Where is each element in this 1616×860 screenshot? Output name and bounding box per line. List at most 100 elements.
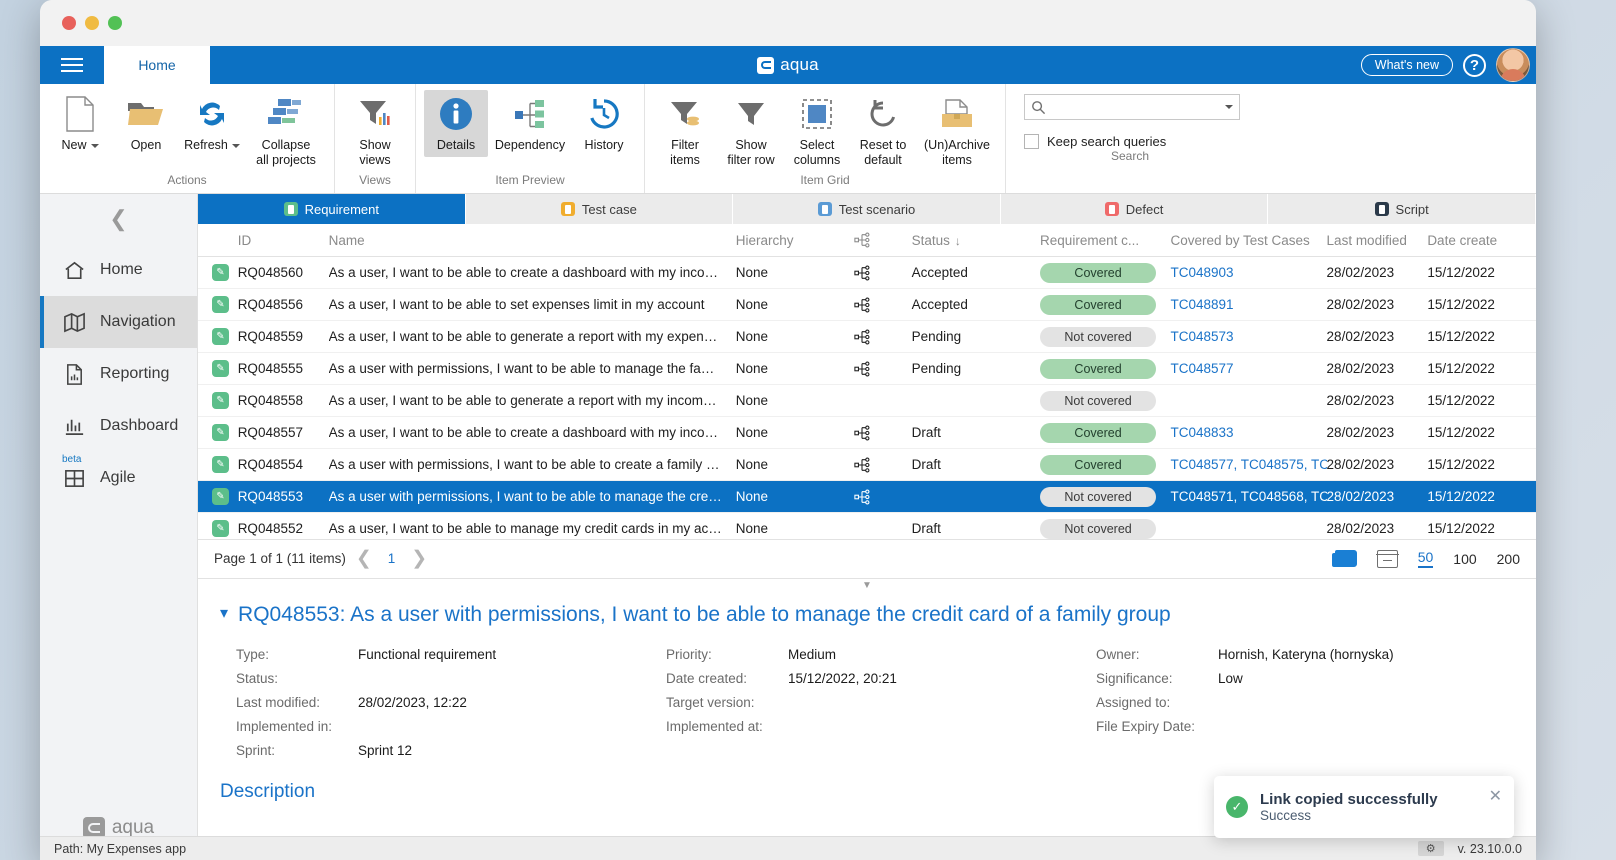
tab-requirement[interactable]: Requirement — [198, 194, 466, 224]
row-name: As a user, I want to be able to create a… — [328, 425, 736, 440]
collapse-all-projects-button[interactable]: Collapse all projects — [246, 90, 326, 172]
table-row[interactable]: ✎ RQ048554 As a user with permissions, I w… — [198, 449, 1536, 481]
table-row[interactable]: ✎ RQ048560 As a user, I want to be able to… — [198, 257, 1536, 289]
row-dependency-tree-icon[interactable] — [854, 329, 911, 345]
close-icon[interactable]: ✕ — [1489, 776, 1502, 806]
grid-header-hierarchy[interactable]: Hierarchy — [736, 233, 855, 248]
reset-to-default-button[interactable]: Reset to default — [851, 90, 915, 172]
grid-header-status[interactable]: Status ↓ — [912, 233, 1040, 248]
show-filter-row-label-line2: filter row — [727, 152, 775, 167]
aqua-logo-icon — [757, 56, 775, 74]
window-close-button[interactable] — [62, 16, 76, 30]
window-minimize-button[interactable] — [85, 16, 99, 30]
table-row[interactable]: ✎ RQ048557 As a user, I want to be able to… — [198, 417, 1536, 449]
sidebar-item-reporting[interactable]: Reporting — [40, 348, 197, 400]
row-date-created: 15/12/2022 — [1427, 457, 1495, 472]
table-row[interactable]: ✎ RQ048556 As a user, I want to be able to… — [198, 289, 1536, 321]
archive-icon[interactable] — [1375, 549, 1399, 568]
grid-header-id[interactable]: ID — [238, 233, 329, 248]
grid-header-last-modified[interactable]: Last modified — [1327, 233, 1428, 248]
row-dependency-tree-icon[interactable] — [854, 265, 911, 281]
refresh-button[interactable]: Refresh — [180, 90, 244, 157]
page-size-200[interactable]: 200 — [1497, 551, 1520, 567]
search-box[interactable] — [1024, 94, 1240, 120]
open-button[interactable]: Open — [114, 90, 178, 157]
tab-script[interactable]: Script — [1268, 194, 1536, 224]
keep-search-queries-row[interactable]: Keep search queries — [1024, 134, 1240, 149]
detail-field-row: Assigned to: — [1096, 691, 1496, 715]
row-covered-by[interactable]: TC048571, TC048568, TC0 — [1170, 489, 1326, 504]
sidebar-item-agile[interactable]: beta Agile — [40, 452, 197, 504]
dependency-button-label: Dependency — [494, 138, 566, 152]
row-covered-by[interactable]: TC048903 — [1170, 265, 1326, 280]
grid-header-tree[interactable] — [854, 232, 911, 248]
dependency-button[interactable]: Dependency — [490, 90, 570, 157]
details-button[interactable]: Details — [424, 90, 488, 157]
grid-header-requirement-coverage[interactable]: Requirement c... — [1040, 233, 1170, 248]
help-icon[interactable]: ? — [1463, 53, 1486, 77]
row-dependency-tree-icon[interactable] — [854, 297, 911, 313]
table-row[interactable]: ✎ RQ048559 As a user, I want to be able to… — [198, 321, 1536, 353]
new-button[interactable]: New — [48, 90, 112, 157]
row-dependency-tree-icon[interactable] — [854, 457, 911, 473]
row-date-created: 15/12/2022 — [1427, 329, 1495, 344]
page-size-50[interactable]: 50 — [1417, 549, 1434, 568]
page-size-100[interactable]: 100 — [1453, 551, 1476, 567]
tab-test-case[interactable]: Test case — [465, 194, 734, 224]
select-columns-label-line1: Select — [799, 138, 835, 152]
grid-header-name[interactable]: Name — [329, 233, 736, 248]
chevron-down-icon[interactable] — [90, 143, 99, 148]
table-row[interactable]: ✎ RQ048553 As a user with permissions, I w… — [198, 481, 1536, 513]
select-columns-button[interactable]: Select columns — [785, 90, 849, 172]
row-dependency-tree-icon[interactable] — [854, 425, 911, 441]
search-input[interactable] — [1046, 100, 1221, 114]
detail-pane-resize-handle[interactable]: ▼ — [198, 579, 1536, 593]
tab-home[interactable]: Home — [104, 46, 210, 84]
table-row[interactable]: ✎ RQ048552 As a user, I want to be able to… — [198, 513, 1536, 539]
chevron-down-icon[interactable]: ▾ — [220, 603, 228, 625]
pagination-page-1[interactable]: 1 — [382, 551, 402, 566]
folders-icon[interactable] — [1331, 550, 1357, 567]
table-row[interactable]: ✎ RQ048555 As a user with permissions, I w… — [198, 353, 1536, 385]
user-avatar[interactable] — [1496, 48, 1530, 82]
chevron-down-icon[interactable] — [231, 143, 240, 148]
row-last-modified: 28/02/2023 — [1326, 425, 1395, 440]
row-covered-by[interactable]: TC048577 — [1170, 361, 1326, 376]
history-button[interactable]: History — [572, 90, 636, 157]
row-type-icon-cell: ✎ — [198, 360, 238, 377]
grid-header-date-created[interactable]: Date create — [1427, 233, 1536, 248]
gear-icon[interactable]: ⚙ — [1417, 841, 1444, 856]
hamburger-icon[interactable] — [40, 46, 104, 84]
chevron-down-icon[interactable] — [1225, 105, 1233, 109]
map-icon — [62, 310, 86, 334]
sidebar-collapse-button[interactable]: ❮ — [40, 194, 197, 244]
tab-test-scenario[interactable]: Test scenario — [733, 194, 1001, 224]
row-type-icon-cell: ✎ — [198, 488, 238, 505]
show-filter-row-button[interactable]: Show filter row — [719, 90, 783, 172]
row-last-modified: 28/02/2023 — [1326, 297, 1395, 312]
show-views-button[interactable]: Show views — [343, 90, 407, 172]
row-covered-by[interactable]: TC048577, TC048575, TC0 — [1170, 457, 1326, 472]
table-row[interactable]: ✎ RQ048558 As a user, I want to be able to… — [198, 385, 1536, 417]
pagination-prev-button[interactable]: ❮ — [346, 547, 382, 570]
keep-search-queries-checkbox[interactable] — [1024, 134, 1039, 149]
tab-defect[interactable]: Defect — [1000, 194, 1269, 224]
row-dependency-tree-icon[interactable] — [854, 361, 911, 377]
unarchive-items-button[interactable]: (Un)Archive items — [917, 90, 997, 172]
sidebar-item-dashboard[interactable]: Dashboard — [40, 400, 197, 452]
row-covered-by[interactable]: TC048573 — [1170, 329, 1326, 344]
filter-items-button[interactable]: Filter items — [653, 90, 717, 172]
sidebar-item-home[interactable]: Home — [40, 244, 197, 296]
tab-test-case-label: Test case — [581, 201, 637, 217]
sidebar-item-navigation-label: Navigation — [100, 313, 176, 330]
grid-header-covered-by[interactable]: Covered by Test Cases — [1170, 233, 1326, 248]
row-hierarchy: None — [735, 329, 769, 344]
window-maximize-button[interactable] — [108, 16, 122, 30]
sidebar-item-navigation[interactable]: Navigation — [40, 296, 197, 348]
row-dependency-tree-icon[interactable] — [854, 489, 911, 505]
row-covered-by[interactable]: TC048891 — [1170, 297, 1326, 312]
row-covered-by[interactable]: TC048833 — [1170, 425, 1326, 440]
requirement-icon: ✎ — [212, 296, 229, 313]
pagination-next-button[interactable]: ❯ — [401, 547, 437, 570]
whats-new-button[interactable]: What's new — [1360, 54, 1453, 76]
